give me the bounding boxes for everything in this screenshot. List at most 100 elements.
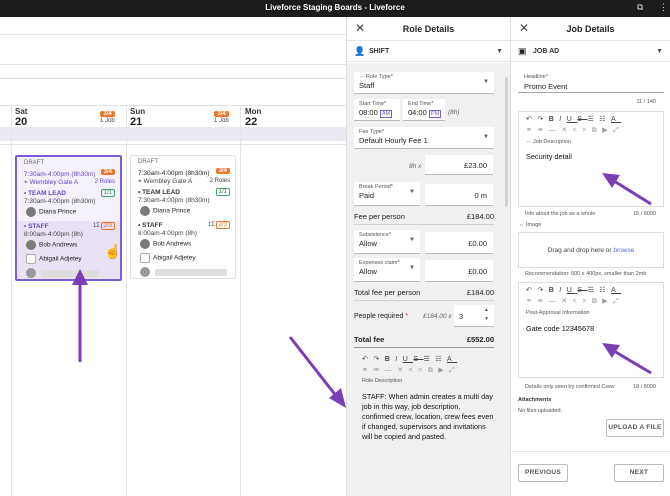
stepper-arrows-icon[interactable]: ▲ ▼ xyxy=(484,306,489,324)
card-status: DRAFT xyxy=(138,159,158,165)
team-lead-label: • TEAM LEAD xyxy=(138,189,180,196)
editor-toolbar[interactable]: ↶↷BIUS☰☷A xyxy=(362,355,457,363)
previous-button[interactable]: PREVIOUS xyxy=(518,464,568,482)
field-label: Headline* xyxy=(524,74,548,80)
next-button[interactable]: NEXT xyxy=(614,464,664,482)
break-period-select[interactable]: Break Period* Paid ▼ xyxy=(354,182,420,206)
crew-member[interactable]: Abigail Adjetey xyxy=(26,254,82,264)
upload-file-button[interactable]: UPLOAD A FILE xyxy=(606,419,664,437)
row-value: £184.00 xyxy=(466,212,494,221)
attachments-empty: No files uploaded. xyxy=(518,408,563,414)
post-approval-text[interactable]: Gate code 12345678 xyxy=(526,324,594,334)
section-selector[interactable]: ▣ JOB AD ▼ xyxy=(511,42,670,62)
field-label: Break Period* xyxy=(359,184,393,190)
crew-member[interactable]: Abigail Adjetey xyxy=(140,253,196,263)
fee-per-person-row: Fee per person £184.00 xyxy=(354,212,494,225)
subsistence-amount-field[interactable]: £0.00 xyxy=(425,232,493,254)
empty-slot-bar xyxy=(155,269,227,276)
job-card-sun[interactable]: DRAFT 7:30am-4:00pm (8h30m) 3/4 ⌖ Wemble… xyxy=(130,155,236,279)
expenses-amount-field[interactable]: £0.00 xyxy=(425,260,493,282)
avatar xyxy=(26,240,36,250)
end-time-field[interactable]: End Time* 04:00 PM xyxy=(403,99,445,121)
avatar xyxy=(140,206,150,216)
empty-slot[interactable] xyxy=(140,267,153,277)
editor-toolbar[interactable]: ↶↷BIUS☰☷A xyxy=(526,286,621,294)
staff-time: 8:00am-4:00pm (8h) xyxy=(138,230,197,237)
field-value: Default Hourly Fee 1 xyxy=(359,136,428,145)
field-value: 04:00 PM xyxy=(408,108,442,118)
dropdown-arrow-icon: ▼ xyxy=(483,79,489,85)
team-lead-time: 7:30am-4:00pm (8h30m) xyxy=(24,198,96,205)
people-calc: £184.00 x xyxy=(423,313,452,320)
staff-prefix: 1Σ xyxy=(92,223,100,229)
job-description-editor[interactable]: ↶↷BIUS☰☷A ⚭⚮—✕<>⧉▶⤢ ⇔ Job Description Se… xyxy=(518,111,664,207)
field-label: End Time* xyxy=(408,101,434,107)
card-roles: 2 Roles xyxy=(209,178,230,184)
break-minutes-field[interactable]: 0 m xyxy=(425,184,493,206)
shift-duration: (8h) xyxy=(448,109,460,116)
day-fill-sun: 3/4 1 Job xyxy=(214,108,229,124)
fee-type-select[interactable]: Fee Type* Default Hourly Fee 1 ▼ xyxy=(354,127,494,149)
section-selector[interactable]: 👤 SHIFT ▼ xyxy=(347,42,510,62)
extension-icon[interactable]: ⧉ xyxy=(637,2,643,13)
card-location: ⌖ Wembley Gate A xyxy=(24,179,79,186)
schedule-board: Sat 20 3/4 1 Job Sun 21 3/4 1 Job Mon 22… xyxy=(0,17,346,496)
crew-member[interactable]: Bob Andrews xyxy=(26,240,77,250)
crew-member[interactable]: Diana Prince xyxy=(140,206,190,216)
avatar xyxy=(26,268,36,278)
job-ad-icon: ▣ xyxy=(518,46,527,56)
fee-amount-field[interactable]: £23.00 xyxy=(425,155,493,175)
fee-hours: 8h x xyxy=(409,163,422,170)
job-description-text[interactable]: Security detail xyxy=(526,152,572,162)
crew-member[interactable]: Bob Andrews xyxy=(140,239,191,249)
day-band xyxy=(0,127,346,141)
total-fee-row: Total fee £552.00 xyxy=(354,335,494,348)
field-value: £23.00 xyxy=(464,161,487,170)
role-description-text[interactable]: STAFF: When admin creates a multi day jo… xyxy=(362,392,494,442)
browse-link[interactable]: browse xyxy=(613,247,634,254)
window-title: Liveforce Staging Boards - Liveforce xyxy=(265,3,405,12)
day-date: 21 xyxy=(130,116,143,128)
editor-toolbar-row2[interactable]: ⚭⚮—✕<>⧉▶⤢ xyxy=(526,297,624,306)
subsistence-select[interactable]: Subsistence* Allow ▼ xyxy=(354,230,420,254)
annotation-arrow xyxy=(288,336,346,408)
staff-time: 8:00am-4:00pm (8h) xyxy=(24,231,83,238)
day-name: Sat xyxy=(15,107,28,116)
more-menu-icon[interactable]: ⋮ xyxy=(659,2,668,13)
role-type-select[interactable]: ⇔ Role Type* Staff ▼ xyxy=(354,72,494,94)
card-roles: 2 Roles xyxy=(94,179,115,185)
staff-count: 2/3 xyxy=(100,222,115,230)
editor-toolbar[interactable]: ↶↷BIUS☰☷A xyxy=(526,115,621,123)
empty-slot-bar xyxy=(41,270,99,277)
post-approval-counter: 18 / 8000 xyxy=(633,384,656,390)
editor-toolbar-row2[interactable]: ⚭⚮—✕<>⧉▶⤢ xyxy=(362,366,460,375)
row-label: Total fee per person xyxy=(354,288,421,297)
total-fee-per-person-row: Total fee per person £184.00 xyxy=(354,288,494,301)
people-required-stepper[interactable]: 3 ▲ ▼ xyxy=(454,305,494,327)
role-details-panel: ✕ Role Details 👤 SHIFT ▼ ⇔ Role Type* St… xyxy=(346,17,510,496)
fill-badge: 3/4 xyxy=(214,111,229,117)
role-description-label: Role Description xyxy=(362,378,403,384)
fill-badge: 3/4 xyxy=(100,111,115,117)
role-panel-header: ✕ Role Details xyxy=(347,17,510,41)
avatar xyxy=(140,239,150,249)
card-time: 7:30am-4:00pm (8h30m) xyxy=(138,170,210,177)
expenses-select[interactable]: Expenses claim* Allow ▼ xyxy=(354,258,420,282)
field-value: £0.00 xyxy=(468,267,487,276)
scrollbar[interactable] xyxy=(505,77,508,207)
start-time-field[interactable]: Start Time* 08:00 AM xyxy=(354,99,400,121)
avatar xyxy=(26,254,36,264)
field-value: £0.00 xyxy=(468,239,487,248)
empty-slot[interactable] xyxy=(26,268,39,278)
avatar xyxy=(140,253,150,263)
dropdown-arrow-icon: ▼ xyxy=(483,134,489,140)
team-lead-time: 7:30am-4:00pm (8h30m) xyxy=(138,197,210,204)
post-approval-editor[interactable]: ↶↷BIUS☰☷A ⚭⚮—✕<>⧉▶⤢ Post-Approval Inform… xyxy=(518,282,664,378)
chevron-down-icon: ▼ xyxy=(656,48,663,55)
avatar xyxy=(140,267,150,277)
image-dropzone[interactable]: Drag and drop here or browse xyxy=(518,232,664,268)
crew-member[interactable]: Diana Prince xyxy=(26,207,76,217)
job-card-sat[interactable]: DRAFT 7:30am-4:00pm (8h30m) 3/4 ⌖ Wemble… xyxy=(15,155,122,281)
headline-field[interactable]: Headline* Promo Event xyxy=(518,71,664,93)
editor-toolbar-row2[interactable]: ⚭⚮—✕<>⧉▶⤢ xyxy=(526,126,624,135)
